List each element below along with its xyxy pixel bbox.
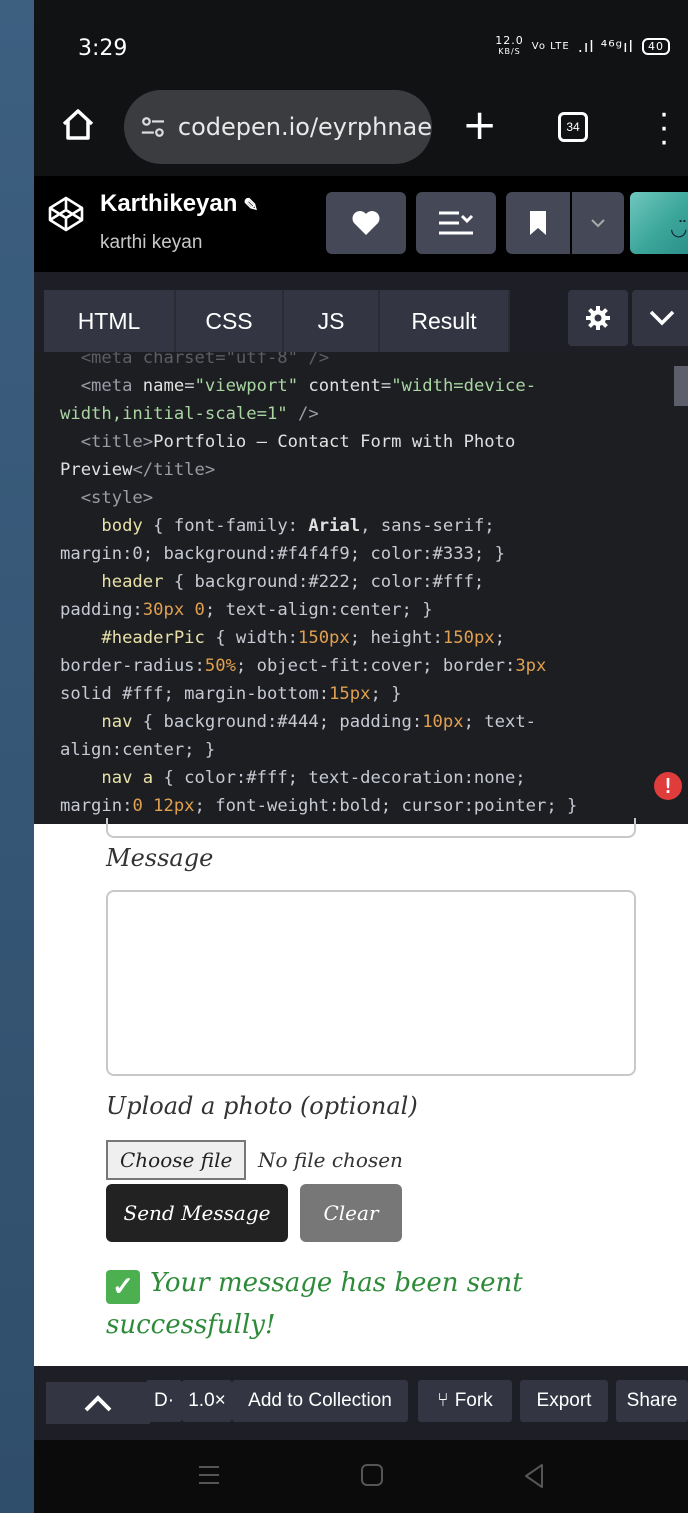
export-button[interactable]: Export bbox=[520, 1380, 608, 1422]
bookmark-icon bbox=[530, 211, 546, 235]
status-bar: 3:29 12.0 KB/S Vo LTE .ıl ⁴⁶ᵍıl 40 bbox=[34, 0, 688, 90]
network-speed: 12.0 KB/S bbox=[495, 34, 524, 56]
codepen-header: Karthikeyan ✎ karthi keyan ◡̈ bbox=[34, 176, 688, 272]
collapse-button[interactable] bbox=[632, 290, 688, 346]
phone-screen: 3:29 12.0 KB/S Vo LTE .ıl ⁴⁶ᵍıl 40 codep… bbox=[34, 0, 688, 1513]
no-file-text: No file chosen bbox=[258, 1148, 403, 1172]
choose-file-button[interactable]: Choose file bbox=[106, 1140, 247, 1180]
share-button[interactable]: Share bbox=[616, 1380, 688, 1422]
expand-console-button[interactable] bbox=[46, 1382, 150, 1424]
tab-js[interactable]: JS bbox=[284, 290, 380, 352]
details-button[interactable] bbox=[416, 192, 496, 254]
site-settings-icon[interactable] bbox=[140, 113, 166, 141]
volte-icon: Vo LTE bbox=[531, 41, 570, 52]
gear-icon bbox=[586, 306, 610, 330]
back-nav-icon[interactable] bbox=[522, 1462, 546, 1490]
bookmark-dropdown[interactable] bbox=[572, 192, 624, 254]
add-to-collection-button[interactable]: Add to Collection bbox=[232, 1380, 408, 1422]
bottom-toolbar: D· 1.0× Add to Collection ⑂ Fork Export S… bbox=[34, 1366, 688, 1440]
settings-button[interactable] bbox=[568, 290, 628, 346]
bookmark-button[interactable] bbox=[506, 192, 570, 254]
browser-toolbar: codepen.io/eyrphnae + 34 · · · bbox=[34, 90, 688, 176]
previous-input-field[interactable] bbox=[106, 818, 636, 838]
status-icons: 12.0 KB/S Vo LTE .ıl ⁴⁶ᵍıl 40 bbox=[495, 34, 670, 57]
result-preview: Message Upload a photo (optional) Choose… bbox=[34, 818, 688, 1366]
home-nav-icon[interactable] bbox=[360, 1462, 384, 1488]
zoom-button[interactable]: 1.0× bbox=[182, 1380, 232, 1422]
fork-icon: ⑂ bbox=[437, 1390, 449, 1411]
system-nav-bar bbox=[34, 1440, 688, 1513]
clear-button[interactable]: Clear bbox=[300, 1184, 402, 1242]
like-button[interactable] bbox=[326, 192, 406, 254]
more-menu-icon[interactable]: · · · bbox=[654, 96, 674, 158]
details-icon bbox=[439, 211, 474, 235]
editor-scrollbar[interactable] bbox=[674, 366, 688, 406]
upload-label: Upload a photo (optional) bbox=[106, 1092, 418, 1120]
error-icon[interactable]: ! bbox=[654, 772, 682, 800]
url-text: codepen.io/eyrphnae bbox=[177, 113, 432, 141]
message-textarea[interactable] bbox=[106, 890, 636, 1076]
tab-result[interactable]: Result bbox=[380, 290, 510, 352]
chevron-down-icon bbox=[649, 310, 675, 326]
pen-username[interactable]: karthi keyan bbox=[100, 232, 202, 254]
tab-html[interactable]: HTML bbox=[44, 290, 176, 352]
background-left bbox=[0, 0, 34, 1513]
pen-author: Karthikeyan ✎ bbox=[100, 190, 259, 217]
message-label: Message bbox=[106, 844, 214, 872]
edit-pencil-icon[interactable]: ✎ bbox=[243, 195, 258, 215]
tab-css[interactable]: CSS bbox=[176, 290, 284, 352]
success-message: ✓ Your message has been sent successfully… bbox=[106, 1268, 523, 1340]
codepen-logo-icon[interactable] bbox=[46, 194, 86, 234]
chevron-up-icon bbox=[84, 1395, 112, 1412]
chevron-down-icon bbox=[591, 219, 605, 228]
battery-icon: 40 bbox=[642, 38, 670, 55]
editor-tabs: HTML CSS JS Result bbox=[34, 272, 688, 352]
check-icon: ✓ bbox=[106, 1270, 140, 1304]
send-message-button[interactable]: Send Message bbox=[106, 1184, 288, 1242]
heart-icon bbox=[352, 211, 380, 235]
recents-menu-icon[interactable] bbox=[198, 1462, 220, 1488]
code-lines: <meta charset="utf-8" /> <meta name="vie… bbox=[60, 352, 578, 816]
tab-switcher-icon[interactable]: 34 bbox=[558, 112, 588, 142]
signal-icon: .ıl ⁴⁶ᵍıl bbox=[577, 37, 634, 56]
console-button[interactable]: D· bbox=[146, 1380, 182, 1422]
avatar-face-icon: ◡̈ bbox=[670, 218, 688, 240]
home-icon[interactable] bbox=[58, 104, 98, 144]
address-bar[interactable]: codepen.io/eyrphnae bbox=[124, 90, 432, 164]
avatar[interactable]: ◡̈ bbox=[630, 192, 688, 254]
clock: 3:29 bbox=[78, 36, 128, 61]
fork-button[interactable]: ⑂ Fork bbox=[418, 1380, 512, 1422]
new-tab-icon[interactable]: + bbox=[462, 100, 497, 149]
code-editor[interactable]: <meta charset="utf-8" /> <meta name="vie… bbox=[34, 352, 688, 824]
